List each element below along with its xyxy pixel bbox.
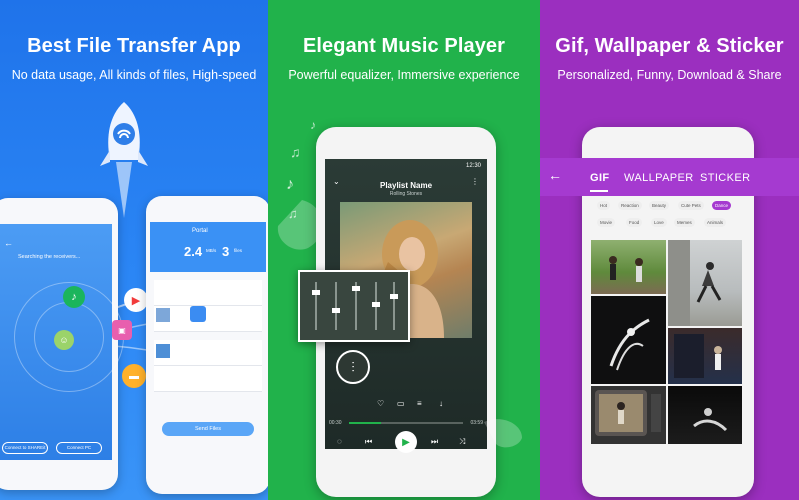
music-note-icon: ♪	[286, 176, 294, 193]
status-time: 12:30	[465, 163, 481, 169]
chip-category[interactable]: Food	[626, 218, 643, 227]
panel-gif-wallpaper: Gif, Wallpaper & Sticker Personalized, F…	[540, 0, 799, 500]
chip-category[interactable]: Beauty	[649, 201, 670, 210]
wave-decoration	[484, 419, 522, 448]
speed-value: 2.4	[184, 244, 203, 259]
gif-thumbnail[interactable]	[668, 240, 742, 326]
panel-subtitle: Personalized, Funny, Download & Share	[557, 68, 782, 82]
portal-title: Portal	[192, 228, 208, 234]
panel-title: Gif, Wallpaper & Sticker	[555, 35, 784, 57]
transfer-row[interactable]	[154, 280, 262, 306]
panel-title: Elegant Music Player	[302, 35, 506, 57]
transfer-row[interactable]	[154, 366, 262, 392]
speed-unit: MB/s	[206, 248, 217, 253]
chip-category[interactable]: Animals	[704, 218, 727, 227]
panel-file-transfer: Best File Transfer App No data usage, Al…	[0, 0, 268, 500]
chip-category[interactable]: Memes	[674, 218, 695, 227]
back-arrow-icon[interactable]: ←	[548, 167, 562, 183]
panel-music-player: Elegant Music Player Powerful equalizer,…	[268, 0, 540, 500]
panel-subtitle: Powerful equalizer, Immersive experience	[288, 68, 520, 82]
play-button[interactable]: ▶	[395, 431, 417, 453]
back-icon[interactable]: ←	[4, 238, 13, 248]
file-thumbnail	[156, 308, 170, 322]
file-thumbnail	[156, 344, 170, 358]
connect-pc-button[interactable]: Connect PC	[56, 442, 102, 454]
gif-thumbnail[interactable]	[668, 328, 742, 384]
tab-wallpaper[interactable]: WALLPAPER	[624, 172, 694, 184]
searching-text: Searching the receivers...	[18, 254, 81, 260]
chip-category-selected[interactable]: Dance	[712, 201, 732, 210]
chip-category[interactable]: Reaction	[618, 201, 642, 210]
folder-icon: ▬	[122, 364, 146, 388]
panel-subtitle: No data usage, All kinds of files, High-…	[11, 68, 257, 82]
download-icon[interactable]: ↓	[439, 399, 443, 408]
heart-icon[interactable]: ♡	[377, 399, 384, 408]
folder-icon[interactable]: ▭	[397, 399, 405, 408]
chip-category[interactable]: Cute Pets	[678, 201, 704, 210]
file-unit: files	[234, 248, 243, 253]
progress-fill	[349, 422, 381, 424]
lyrics-icon[interactable]: ◌	[337, 437, 342, 446]
playlist-icon[interactable]: ≡	[417, 399, 422, 408]
active-tab-indicator	[590, 190, 608, 192]
chip-category[interactable]: Love	[651, 218, 667, 227]
transfer-row[interactable]	[154, 340, 262, 366]
chip-category[interactable]: Movie	[597, 218, 616, 227]
equalizer-sliders[interactable]	[300, 272, 408, 340]
progress-bar[interactable]	[349, 422, 463, 424]
transfer-row[interactable]	[154, 306, 262, 332]
chip-category[interactable]: Hot	[597, 201, 611, 210]
video-icon: ▶	[124, 288, 148, 312]
artist-name: Rolling Stones	[389, 191, 423, 197]
previous-icon[interactable]: ⏮	[365, 437, 372, 447]
time-elapsed: 00:30	[329, 420, 342, 426]
photo-icon: ▣	[112, 320, 132, 340]
gif-thumbnail[interactable]	[591, 386, 666, 444]
app-icon	[190, 306, 206, 322]
playlist-name: Playlist Name	[379, 181, 433, 190]
gif-thumbnail[interactable]	[668, 386, 742, 444]
send-files-button[interactable]: Send Files	[162, 422, 254, 436]
tab-sticker[interactable]: STICKER	[700, 172, 750, 184]
contact-icon: ☺	[54, 330, 74, 350]
music-icon: ♪	[63, 286, 85, 308]
file-count: 3	[222, 244, 230, 259]
tab-gif[interactable]: GIF	[590, 172, 610, 184]
panel-title: Best File Transfer App	[27, 35, 241, 57]
phone-receiver: Portal 2.4 MB/s 3 files Send Files	[146, 196, 268, 494]
portal-header	[150, 222, 266, 272]
music-note-icon: ♫	[290, 144, 301, 160]
connect-shareit-button[interactable]: Connect to SHAREit	[2, 442, 48, 454]
music-note-icon: ♪	[310, 118, 316, 132]
equalizer-panel[interactable]	[298, 270, 410, 342]
equalizer-button[interactable]: ⫶	[336, 350, 370, 384]
gif-thumbnail[interactable]	[591, 296, 666, 384]
next-icon[interactable]: ⏭	[431, 437, 438, 447]
shuffle-icon[interactable]: ⤨	[459, 437, 465, 447]
gif-thumbnail[interactable]	[591, 240, 666, 294]
